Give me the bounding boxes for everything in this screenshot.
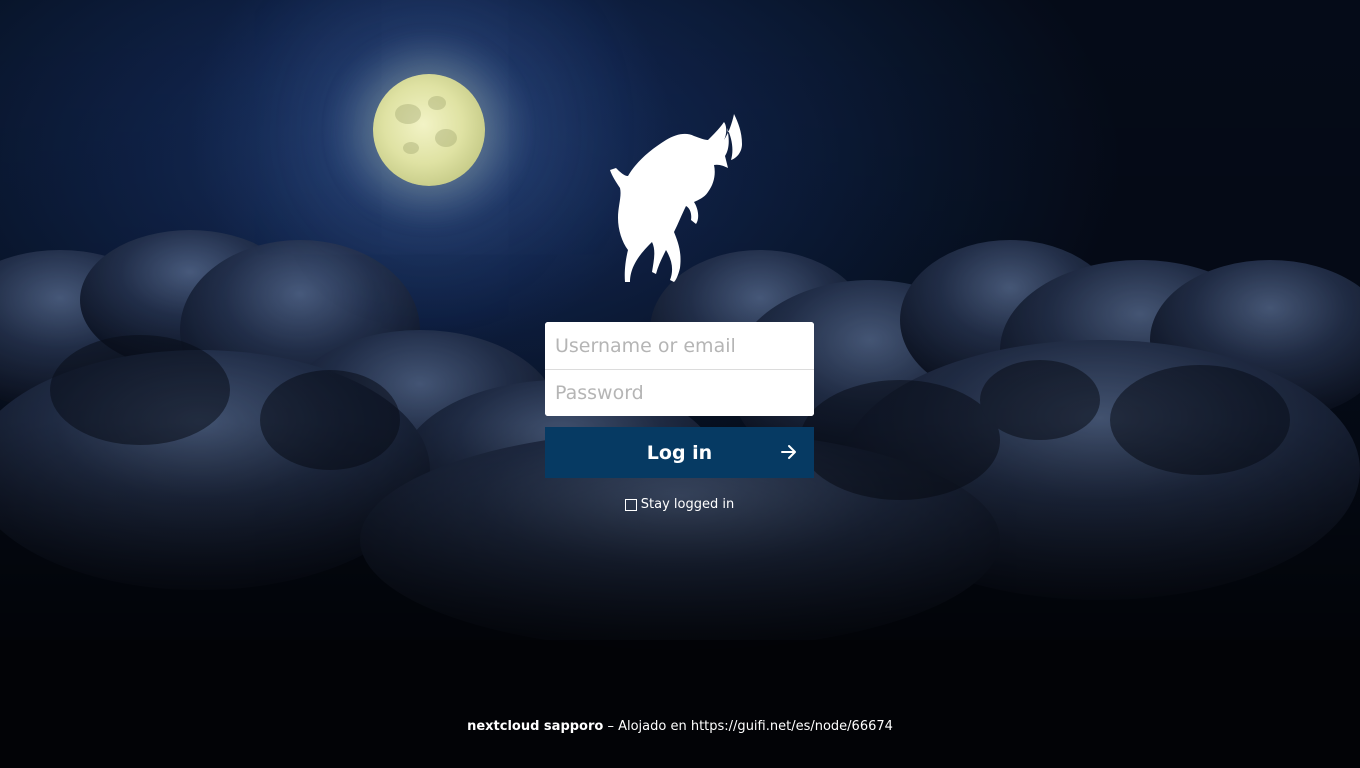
- footer: nextcloud sapporo – Alojado en https://g…: [0, 719, 1360, 734]
- login-button-label: Log in: [646, 441, 713, 464]
- checkbox-icon[interactable]: [624, 498, 637, 511]
- moon: [373, 74, 485, 186]
- login-form: Log in Stay logged in: [545, 322, 814, 512]
- footer-separator: –: [603, 719, 619, 734]
- password-input[interactable]: [545, 369, 814, 416]
- goat-logo-icon: [610, 114, 742, 282]
- remember-label: Stay logged in: [640, 497, 735, 512]
- credentials-group: [545, 322, 814, 416]
- remember-me[interactable]: Stay logged in: [545, 497, 814, 512]
- login-page: Log in Stay logged in nextcloud sapporo …: [0, 0, 1360, 768]
- footer-brand: nextcloud sapporo: [467, 719, 604, 734]
- footer-hosted-text: Alojado en https://guifi.net/es/node/666…: [618, 719, 893, 734]
- login-button[interactable]: Log in: [545, 427, 814, 478]
- username-input[interactable]: [545, 322, 814, 369]
- arrow-right-icon: [781, 445, 796, 459]
